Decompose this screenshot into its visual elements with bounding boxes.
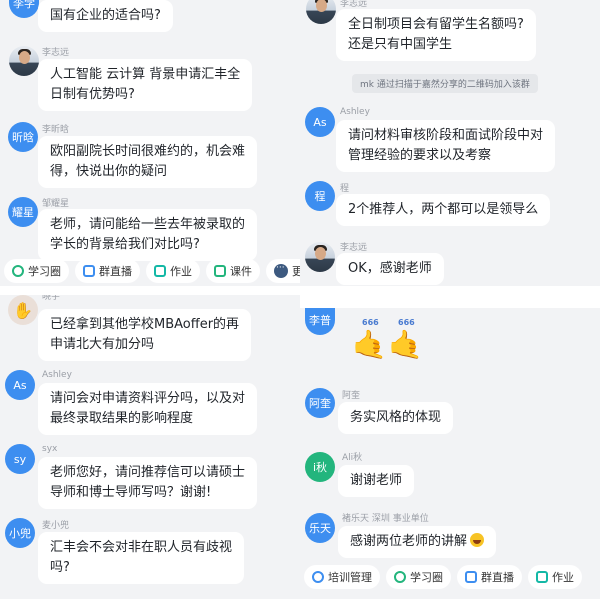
avatar[interactable]: As	[305, 107, 335, 137]
avatar[interactable]	[306, 0, 336, 24]
avatar[interactable]: 李普	[305, 308, 335, 335]
more-button[interactable]: 更多	[266, 259, 300, 283]
message-bubble: 2个推荐人，两个都可以是领导么	[336, 194, 551, 226]
avatar[interactable]: sy	[5, 444, 35, 474]
avatar[interactable]: 昕晗	[8, 122, 38, 152]
message-bubble: 欧阳副院长时间很难约的，机会难 得，快说出你的疑问	[38, 136, 258, 188]
sender-name: 李志远	[340, 243, 368, 253]
message-bubble: 感谢两位老师的讲解	[338, 526, 497, 558]
avatar[interactable]: 程	[305, 181, 335, 211]
message-bubble: 人工智能 云计算 背景申请汇丰全 日制有优势吗?	[38, 59, 253, 111]
study-circle-button[interactable]: 学习圈	[386, 565, 451, 589]
avatar[interactable]: 李学	[9, 0, 39, 18]
chat-panel-top-left: 李学 国有企业的适合吗? 李志远 人工智能 云计算 背景申请汇丰全 日制有优势吗…	[0, 0, 300, 286]
message-bubble: 请问会对申请资料评分吗，以及对 最终录取结果的影响程度	[38, 383, 258, 435]
sender-name: 邹耀星	[42, 199, 70, 209]
homework-icon	[536, 571, 548, 583]
chat-toolbar: 培训管理 学习圈 群直播 作业	[300, 562, 600, 592]
sender-name: 李志远	[340, 0, 368, 9]
sender-name: syx	[42, 444, 58, 454]
sender-name: Ali秋	[342, 453, 363, 463]
chat-panel-bottom-left: ✋ 晓宇 已经拿到其他学校MBAoffer的再 申请北大有加分吗 As Ashl…	[0, 295, 300, 599]
live-tv-icon	[465, 571, 477, 583]
message-bubble: 老师您好，请问推荐信可以请硕士 导师和博士导师写吗？谢谢!	[38, 457, 258, 509]
avatar[interactable]: i秋	[305, 452, 335, 482]
homework-icon	[154, 265, 166, 277]
avatar[interactable]: 阿奎	[305, 388, 335, 418]
courseware-button[interactable]: 课件	[206, 259, 260, 283]
study-circle-button[interactable]: 学习圈	[4, 259, 69, 283]
avatar[interactable]	[9, 46, 39, 76]
sender-name: Ashley	[340, 107, 370, 117]
homework-button[interactable]: 作业	[146, 259, 200, 283]
folder-icon	[214, 265, 226, 277]
message-bubble: 谢谢老师	[338, 465, 415, 497]
settings-icon	[312, 571, 324, 583]
system-message: mk 通过扫描于嘉然分享的二维码加入该群	[352, 74, 538, 93]
avatar[interactable]: As	[5, 370, 35, 400]
message-bubble: 务实风格的体现	[338, 402, 454, 434]
sticker-666: 666 🤙	[388, 318, 423, 361]
sender-name: 阿奎	[342, 391, 361, 401]
sender-name: 程	[340, 184, 350, 194]
message-bubble: 全日制项目会有留学生名额吗? 还是只有中国学生	[336, 9, 536, 61]
avatar[interactable]	[305, 242, 335, 272]
more-icon	[274, 263, 288, 278]
sender-name: 晓宇	[42, 295, 61, 302]
message-bubble: 汇丰会不会对非在职人员有歧视 吗?	[38, 532, 245, 584]
study-circle-icon	[12, 265, 24, 277]
sender-name: 褚乐天 深圳 事业单位	[342, 514, 429, 524]
chat-panel-top-right: 李志远 全日制项目会有留学生名额吗? 还是只有中国学生 mk 通过扫描于嘉然分享…	[300, 0, 600, 286]
grin-emoji-icon	[470, 533, 485, 547]
avatar[interactable]: 乐天	[305, 513, 335, 543]
group-live-button[interactable]: 群直播	[75, 259, 140, 283]
avatar[interactable]: ✋	[8, 295, 38, 325]
message-bubble: 老师，请问能给一些去年被录取的 学长的背景给我们对比吗?	[38, 209, 258, 261]
hand-sign-icon: 🤙	[388, 328, 423, 361]
sender-name: Ashley	[42, 370, 72, 380]
chat-panel-bottom-right: 李普 666 🤙 666 🤙 阿奎 阿奎 务实风格的体现 i秋 Ali秋 谢谢老师 …	[300, 308, 600, 599]
chat-toolbar: 学习圈 群直播 作业 课件 更多	[0, 256, 300, 286]
message-bubble: 已经拿到其他学校MBAoffer的再 申请北大有加分吗	[38, 309, 252, 361]
message-bubble: 请问材料审核阶段和面试阶段中对 管理经验的要求以及考察	[336, 120, 556, 172]
homework-button[interactable]: 作业	[528, 565, 582, 589]
sender-name: 李志远	[42, 48, 70, 58]
message-bubble: OK，感谢老师	[336, 253, 444, 285]
avatar[interactable]: 小兜	[5, 518, 35, 548]
sender-name: 麦小兜	[42, 521, 70, 531]
live-tv-icon	[83, 265, 95, 277]
group-live-button[interactable]: 群直播	[457, 565, 522, 589]
sticker-666: 666 🤙	[352, 318, 387, 361]
training-management-button[interactable]: 培训管理	[304, 565, 380, 589]
sender-name: 李昕晗	[42, 125, 70, 135]
message-bubble: 国有企业的适合吗?	[38, 0, 173, 32]
avatar[interactable]: 耀星	[8, 197, 38, 227]
study-circle-icon	[394, 571, 406, 583]
hand-sign-icon: 🤙	[352, 328, 387, 361]
